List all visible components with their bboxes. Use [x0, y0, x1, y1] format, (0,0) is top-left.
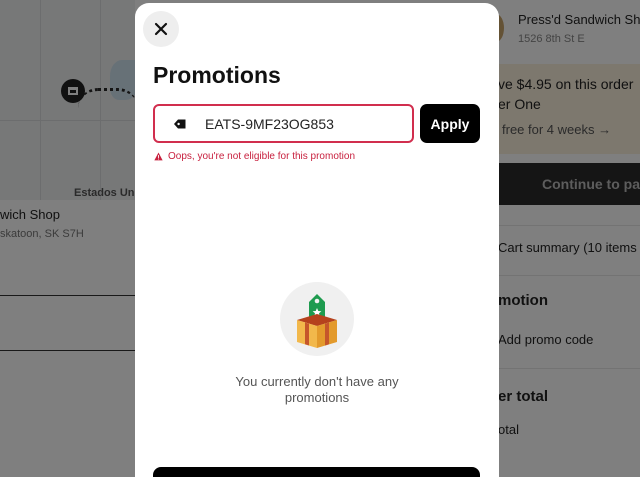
close-icon [154, 22, 168, 36]
tag-icon [173, 117, 187, 131]
warning-icon [154, 152, 163, 161]
gift-box-icon [280, 282, 354, 356]
promo-code-input[interactable] [205, 115, 395, 132]
bottom-action-button[interactable] [153, 467, 480, 477]
empty-state-message: You currently don't have any promotions [235, 374, 399, 405]
error-message: Oops, you're not eligible for this promo… [168, 151, 356, 162]
apply-button[interactable]: Apply [420, 104, 480, 143]
close-button[interactable] [143, 11, 179, 47]
modal-title: Promotions [153, 62, 281, 88]
promo-code-field[interactable] [153, 104, 414, 143]
promo-error: Oops, you're not eligible for this promo… [154, 151, 355, 162]
promotions-modal: Promotions Apply Oops, you're not eligib… [135, 3, 499, 477]
